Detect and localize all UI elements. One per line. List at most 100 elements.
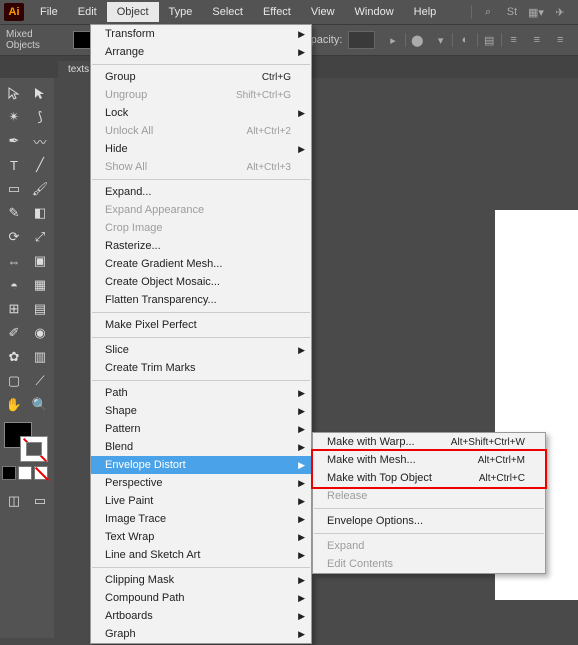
workspace-switcher-icon[interactable]: ▦▾ — [528, 4, 544, 20]
chevron-down-icon[interactable]: ▾ — [433, 32, 448, 48]
menu-item[interactable]: Transform▶ — [91, 25, 311, 43]
menu-item[interactable]: Path▶ — [91, 384, 311, 402]
gradient-mode-icon[interactable] — [18, 466, 32, 480]
selection-type-label: Mixed Objects — [6, 29, 67, 51]
menu-edit[interactable]: Edit — [68, 2, 107, 22]
menu-item[interactable]: Perspective▶ — [91, 474, 311, 492]
align-center-icon[interactable]: ≡ — [529, 32, 544, 48]
menu-effect[interactable]: Effect — [253, 2, 301, 22]
submenu-arrow-icon: ▶ — [298, 460, 305, 471]
submenu-arrow-icon: ▶ — [298, 108, 305, 119]
menu-item[interactable]: Artboards▶ — [91, 607, 311, 625]
paintbrush-tool-icon[interactable]: 🖌 — [28, 178, 52, 200]
chevron-right-icon[interactable]: ▸ — [385, 32, 400, 48]
submenu-arrow-icon: ▶ — [298, 424, 305, 435]
menu-item[interactable]: Blend▶ — [91, 438, 311, 456]
menu-item[interactable]: Compound Path▶ — [91, 589, 311, 607]
submenu-arrow-icon: ▶ — [298, 611, 305, 622]
selection-tool-icon[interactable] — [2, 82, 26, 104]
color-mode-icon[interactable] — [2, 466, 16, 480]
align-icon[interactable]: ▤ — [482, 32, 497, 48]
recolor-icon[interactable]: ◐ — [457, 32, 472, 48]
opacity-field[interactable] — [348, 31, 375, 49]
rectangle-tool-icon[interactable]: ▭ — [2, 178, 26, 200]
submenu-item[interactable]: Make with Top ObjectAlt+Ctrl+C — [313, 469, 545, 487]
menu-item[interactable]: Arrange▶ — [91, 43, 311, 61]
submenu-item[interactable]: Make with Warp...Alt+Shift+Ctrl+W — [313, 433, 545, 451]
menu-item[interactable]: Hide▶ — [91, 140, 311, 158]
free-transform-tool-icon[interactable]: ▣ — [28, 250, 52, 272]
curvature-tool-icon[interactable]: 〰 — [28, 130, 52, 152]
menu-help[interactable]: Help — [404, 2, 447, 22]
eyedropper-tool-icon[interactable]: ✐ — [2, 322, 26, 344]
fill-stroke-swatches[interactable] — [2, 422, 50, 462]
symbol-sprayer-tool-icon[interactable]: ✿ — [2, 346, 26, 368]
menu-object[interactable]: Object — [107, 2, 159, 22]
menu-item[interactable]: Line and Sketch Art▶ — [91, 546, 311, 564]
type-tool-icon[interactable]: T — [2, 154, 26, 176]
menu-file[interactable]: File — [30, 2, 68, 22]
menu-item[interactable]: Graph▶ — [91, 625, 311, 643]
submenu-item: Expand — [313, 537, 545, 555]
submenu-arrow-icon: ▶ — [298, 514, 305, 525]
submenu-arrow-icon: ▶ — [298, 575, 305, 586]
pen-tool-icon[interactable]: ✒ — [2, 130, 26, 152]
artboard-tool-icon[interactable]: ▢ — [2, 370, 26, 392]
plane-icon[interactable]: ✈ — [552, 4, 568, 20]
direct-selection-tool-icon[interactable] — [28, 82, 52, 104]
stock-icon[interactable]: St — [504, 4, 520, 20]
lasso-tool-icon[interactable]: ⟆ — [28, 106, 52, 128]
perspective-tool-icon[interactable]: ▦ — [28, 274, 52, 296]
menu-item[interactable]: Make Pixel Perfect — [91, 316, 311, 334]
menu-item[interactable]: Create Trim Marks — [91, 359, 311, 377]
draw-mode-icon[interactable]: ◫ — [2, 490, 26, 512]
align-right-icon[interactable]: ≡ — [553, 32, 568, 48]
align-left-icon[interactable]: ≡ — [506, 32, 521, 48]
menu-window[interactable]: Window — [345, 2, 404, 22]
submenu-item: Edit Contents — [313, 555, 545, 573]
submenu-arrow-icon: ▶ — [298, 442, 305, 453]
menu-type[interactable]: Type — [159, 2, 203, 22]
hand-tool-icon[interactable]: ✋ — [2, 394, 26, 416]
submenu-item[interactable]: Envelope Options... — [313, 512, 545, 530]
magic-wand-tool-icon[interactable]: ✴ — [2, 106, 26, 128]
menu-item[interactable]: Text Wrap▶ — [91, 528, 311, 546]
menu-item[interactable]: Create Gradient Mesh... — [91, 255, 311, 273]
menu-item[interactable]: Live Paint▶ — [91, 492, 311, 510]
none-mode-icon[interactable] — [34, 466, 48, 480]
menu-item[interactable]: Lock▶ — [91, 104, 311, 122]
shaper-tool-icon[interactable]: ✎ — [2, 202, 26, 224]
menu-item[interactable]: Create Object Mosaic... — [91, 273, 311, 291]
slice-tool-icon[interactable]: ⟋ — [28, 370, 52, 392]
menu-item[interactable]: Flatten Transparency... — [91, 291, 311, 309]
menu-item[interactable]: Image Trace▶ — [91, 510, 311, 528]
menu-item[interactable]: Slice▶ — [91, 341, 311, 359]
menu-item[interactable]: Shape▶ — [91, 402, 311, 420]
menu-item[interactable]: Envelope Distort▶ — [91, 456, 311, 474]
mesh-tool-icon[interactable]: ⊞ — [2, 298, 26, 320]
menu-select[interactable]: Select — [202, 2, 253, 22]
line-tool-icon[interactable]: ╱ — [28, 154, 52, 176]
menu-item[interactable]: Rasterize... — [91, 237, 311, 255]
menu-view[interactable]: View — [301, 2, 345, 22]
toolbar: ✴⟆ ✒〰 T╱ ▭🖌 ✎◧ ⟳⤢ ⇔▣ ◓▦ ⊞▤ ✐◉ ✿▥ ▢⟋ ✋🔍 ◫… — [0, 78, 54, 638]
menu-item[interactable]: Pattern▶ — [91, 420, 311, 438]
search-icon[interactable]: ⌕ — [480, 4, 496, 20]
menu-item[interactable]: GroupCtrl+G — [91, 68, 311, 86]
width-tool-icon[interactable]: ⇔ — [2, 250, 26, 272]
gradient-tool-icon[interactable]: ▤ — [28, 298, 52, 320]
shape-builder-tool-icon[interactable]: ◓ — [2, 274, 26, 296]
screen-mode-icon[interactable]: ▭ — [28, 490, 52, 512]
submenu-item: Release — [313, 487, 545, 505]
submenu-item[interactable]: Make with Mesh...Alt+Ctrl+M — [313, 451, 545, 469]
graph-tool-icon[interactable]: ▥ — [28, 346, 52, 368]
zoom-tool-icon[interactable]: 🔍 — [28, 394, 52, 416]
blend-tool-icon[interactable]: ◉ — [28, 322, 52, 344]
menu-item[interactable]: Expand... — [91, 183, 311, 201]
scale-tool-icon[interactable]: ⤢ — [28, 226, 52, 248]
eraser-tool-icon[interactable]: ◧ — [28, 202, 52, 224]
rotate-tool-icon[interactable]: ⟳ — [2, 226, 26, 248]
submenu-arrow-icon: ▶ — [298, 406, 305, 417]
menu-item[interactable]: Clipping Mask▶ — [91, 571, 311, 589]
style-icon[interactable]: ⬤ — [410, 32, 425, 48]
